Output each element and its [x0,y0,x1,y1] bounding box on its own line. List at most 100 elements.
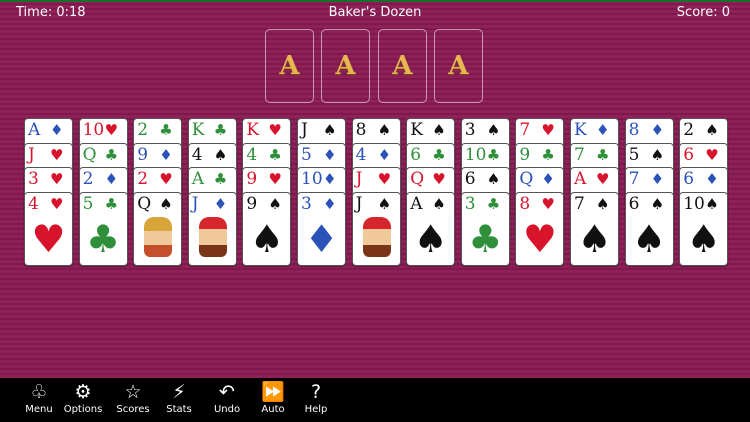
card-rank: J [28,144,35,165]
card-rank: 3 [28,169,39,189]
clubs-suit-icon: ♣ [213,170,228,188]
card-rank: 2 [82,169,94,189]
clubs-suit-icon: ♣ [104,194,119,213]
clubs-suit-icon: ♣ [432,145,446,164]
card-rank: Q [519,169,534,189]
spades-suit-icon: ♠ [486,170,501,188]
spades-large-suit-icon: ♠ [413,216,448,261]
diamonds-suit-icon: ♦ [596,121,610,139]
toolbar-label: Scores [116,404,150,415]
undo-button[interactable]: ↶ Undo [205,380,249,420]
card-rank: 7 [628,169,640,189]
spades-suit-icon: ♠ [323,121,337,139]
card-rank: 2 [683,120,695,140]
card-rank: 9 [137,144,149,165]
card-rank: 6 [683,169,695,189]
menu-button[interactable]: ♧ Menu [17,380,61,420]
card-rank: A [574,169,587,189]
foundation-pile[interactable]: A [265,29,314,103]
card-rank: J [301,120,308,140]
playing-card[interactable]: 7 ♠ ♠ [570,191,619,266]
options-button[interactable]: ⚙ Options [61,380,105,420]
toolbar-label: Menu [25,404,53,415]
diamonds-suit-icon: ♦ [650,121,665,139]
star-icon: ☆ [124,381,142,403]
foundation-pile[interactable]: A [378,29,427,103]
card-rank: 9 [246,169,258,189]
card-rank: 5 [82,193,94,214]
card-rank: 8 [355,120,367,140]
clubs-suit-icon: ♣ [104,145,119,164]
foundation-pile[interactable]: A [434,29,483,103]
diamonds-suit-icon: ♦ [705,170,719,188]
hearts-suit-icon: ♥ [159,170,173,188]
card-rank: Q [137,193,152,214]
card-rank: 2 [137,169,149,189]
playing-card[interactable]: J ♦ [187,191,237,266]
card-rank: K [410,120,423,140]
help-button[interactable]: ? Help [294,380,338,420]
hearts-suit-icon: ♥ [541,121,555,139]
hearts-suit-icon: ♥ [268,121,282,139]
playing-card[interactable]: 6 ♠ ♠ [624,191,674,266]
hearts-suit-icon: ♥ [432,170,446,188]
playing-card[interactable]: 9 ♠ ♠ [242,191,292,266]
card-rank: 7 [574,144,585,165]
card-rank: 5 [301,144,312,165]
playing-card[interactable]: 3 ♣ ♣ [460,191,510,266]
foundation-pile[interactable]: A [321,29,370,103]
diamonds-suit-icon: ♦ [50,121,64,139]
card-rank: Q [410,169,425,189]
foundation-ace-label: A [448,51,469,81]
card-rank: 3 [464,193,476,214]
spades-suit-icon: ♠ [377,121,392,139]
playing-card[interactable]: 10 ♠ ♠ [679,191,729,266]
foundation-ace-label: A [392,51,413,81]
spades-suit-icon: ♠ [432,194,446,213]
card-rank: 6 [410,144,422,165]
spades-large-suit-icon: ♠ [577,216,612,261]
card-rank: K [574,120,587,140]
diamonds-suit-icon: ♦ [323,194,337,213]
playing-card[interactable]: 8 ♥ ♥ [515,191,565,266]
spades-suit-icon: ♠ [159,194,173,213]
playing-card[interactable]: 4 ♥ ♥ [24,191,73,266]
card-rank: 8 [628,120,640,140]
undo-icon: ↶ [219,381,235,403]
playing-card[interactable]: J ♠ [351,191,401,266]
playing-card[interactable]: 3 ♦ ♦ [297,191,346,266]
spades-suit-icon: ♠ [650,145,665,164]
face-card-portrait [144,216,173,257]
question-icon: ? [310,381,322,403]
card-rank: 6 [683,144,695,165]
card-rank: 6 [464,169,476,189]
hearts-large-suit-icon: ♥ [522,216,557,261]
playing-card[interactable]: A ♠ ♠ [406,191,456,266]
hearts-suit-icon: ♥ [541,194,555,213]
toolbar-label: Undo [213,404,241,415]
card-rank: J [355,169,363,189]
diamonds-suit-icon: ♦ [541,170,555,188]
playing-card[interactable]: 5 ♣ ♣ [78,191,128,266]
spades-large-suit-icon: ♠ [249,216,284,261]
score: Score: 0 [676,5,730,20]
diamonds-suit-icon: ♦ [159,145,173,164]
hearts-suit-icon: ♥ [377,170,392,188]
playing-card[interactable]: Q ♠ [133,191,183,266]
card-rank: J [191,193,199,214]
scores-button[interactable]: ☆ Scores [111,380,155,420]
card-rank: 7 [519,120,531,140]
spades-large-suit-icon: ♠ [686,216,721,261]
spades-large-suit-icon: ♠ [632,216,667,261]
stats-button[interactable]: ⚡ Stats [157,380,201,420]
card-rank: 10 [464,144,487,165]
card-rank: K [246,120,260,140]
card-rank: 5 [628,144,640,165]
hearts-suit-icon: ♥ [50,194,64,213]
clubs-suit-icon: ♣ [486,194,501,213]
gear-icon: ⚙ [74,381,92,403]
auto-button[interactable]: ⏩ Auto [251,380,295,420]
spades-suit-icon: ♠ [650,194,665,213]
clubs-suit-icon: ♣ [486,145,501,164]
fast-forward-icon: ⏩ [261,381,285,403]
